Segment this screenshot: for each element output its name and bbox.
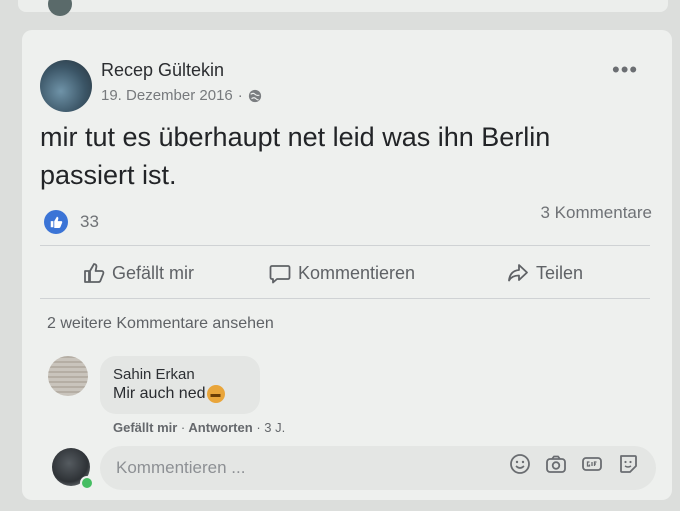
- comment-action-separator: ·: [256, 420, 261, 435]
- share-icon: [508, 264, 528, 282]
- comment-text: Mir auch ned ▬: [113, 385, 225, 403]
- comment-actions: Gefällt mir · Antworten · 3 J.: [113, 420, 285, 435]
- comment-like-link[interactable]: Gefällt mir: [113, 420, 177, 435]
- composer-tools: [508, 452, 640, 476]
- grimacing-emoji-icon: ▬: [206, 385, 225, 403]
- author-avatar[interactable]: [40, 60, 92, 112]
- gif-icon[interactable]: [580, 452, 604, 476]
- commenter-avatar[interactable]: [48, 356, 88, 396]
- like-button-label: Gefällt mir: [112, 262, 195, 283]
- post-date[interactable]: 19. Dezember 2016: [101, 87, 233, 104]
- smiley-icon[interactable]: [508, 452, 532, 476]
- thumbs-up-icon[interactable]: [44, 210, 68, 234]
- camera-icon[interactable]: [544, 452, 568, 476]
- more-options-icon[interactable]: •••: [612, 59, 638, 81]
- comment-text-content: Mir auch ned: [113, 385, 206, 402]
- post-meta: 19. Dezember 2016 ·: [101, 87, 262, 104]
- sticker-icon[interactable]: [616, 452, 640, 476]
- previous-post-avatar: [48, 0, 72, 16]
- divider: [40, 245, 650, 246]
- like-count[interactable]: 33: [80, 212, 99, 232]
- share-button[interactable]: Teilen: [506, 260, 583, 286]
- comment-count[interactable]: 3 Kommentare: [541, 203, 653, 223]
- previous-post-card: [18, 0, 668, 12]
- share-button-label: Teilen: [536, 262, 584, 283]
- comment-button-label: Kommentieren: [298, 262, 416, 283]
- comment-button[interactable]: Kommentieren: [268, 260, 415, 286]
- like-button[interactable]: Gefällt mir: [82, 260, 194, 286]
- comment-icon: [269, 265, 291, 284]
- online-status-indicator: [80, 476, 94, 490]
- globe-icon: [248, 89, 261, 102]
- comment-action-separator: ·: [180, 420, 186, 435]
- view-more-comments-link[interactable]: 2 weitere Kommentare ansehen: [47, 315, 274, 333]
- comment-input-placeholder[interactable]: Kommentieren ...: [116, 458, 245, 478]
- comment-timestamp[interactable]: 3 J.: [264, 420, 285, 435]
- post-text: mir tut es überhaupt net leid was ihn Be…: [40, 122, 551, 190]
- author-name[interactable]: Recep Gültekin: [101, 60, 224, 81]
- comment-reply-link[interactable]: Antworten: [188, 420, 252, 435]
- meta-separator: ·: [237, 87, 243, 104]
- like-outline-icon: [84, 263, 105, 283]
- commenter-name[interactable]: Sahin Erkan: [113, 366, 195, 383]
- divider: [40, 298, 650, 299]
